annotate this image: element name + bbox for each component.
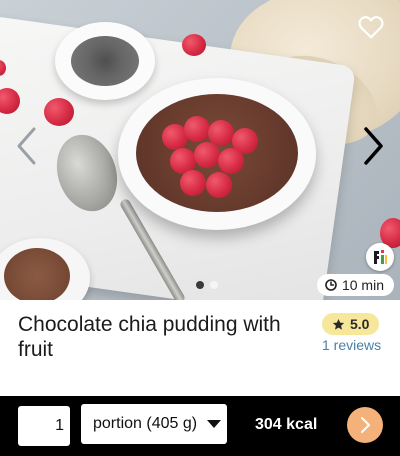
favorite-button[interactable]	[356, 12, 386, 42]
calorie-total: 304 kcal	[255, 416, 318, 433]
rating-value: 5.0	[350, 316, 370, 332]
star-icon	[332, 318, 345, 330]
chevron-left-icon	[17, 127, 36, 165]
add-button[interactable]	[347, 407, 383, 443]
carousel-dot[interactable]	[210, 281, 218, 289]
previous-image-button[interactable]	[4, 118, 48, 174]
chevron-right-icon	[361, 417, 370, 433]
chia-seed-bowl	[55, 22, 155, 100]
clock-icon	[325, 279, 337, 291]
prep-time-text: 10 min	[341, 277, 384, 293]
carousel-indicator	[196, 281, 218, 289]
add-to-diary-bar: portion (405 g) 304 kcal	[0, 396, 400, 456]
chevron-right-icon	[364, 127, 383, 165]
next-image-button[interactable]	[352, 118, 396, 174]
portion-select-value: portion (405 g)	[93, 415, 198, 432]
quantity-input[interactable]	[18, 406, 70, 446]
carousel-dot-active[interactable]	[196, 281, 204, 289]
recipe-image: 10 min	[0, 0, 400, 300]
raspberry	[180, 170, 206, 196]
raspberry	[218, 148, 244, 174]
loose-raspberry	[182, 34, 206, 56]
pudding-bowl	[118, 78, 316, 230]
reviews-link[interactable]: 1 reviews	[322, 337, 381, 353]
chia-seeds	[71, 36, 139, 86]
caret-down-icon	[207, 420, 221, 428]
cocoa-powder	[4, 248, 70, 300]
rating-badge: 5.0	[322, 313, 380, 335]
raspberry	[194, 142, 220, 168]
raspberry	[206, 172, 232, 198]
brand-badge	[366, 243, 394, 271]
raspberry	[184, 116, 210, 142]
loose-raspberry	[44, 98, 74, 126]
brand-logo-icon	[374, 250, 387, 264]
prep-time-badge: 10 min	[316, 274, 394, 296]
portion-select[interactable]: portion (405 g)	[81, 404, 227, 444]
recipe-title: Chocolate chia pudding with fruit	[18, 313, 281, 361]
heart-outline-icon	[358, 16, 384, 39]
